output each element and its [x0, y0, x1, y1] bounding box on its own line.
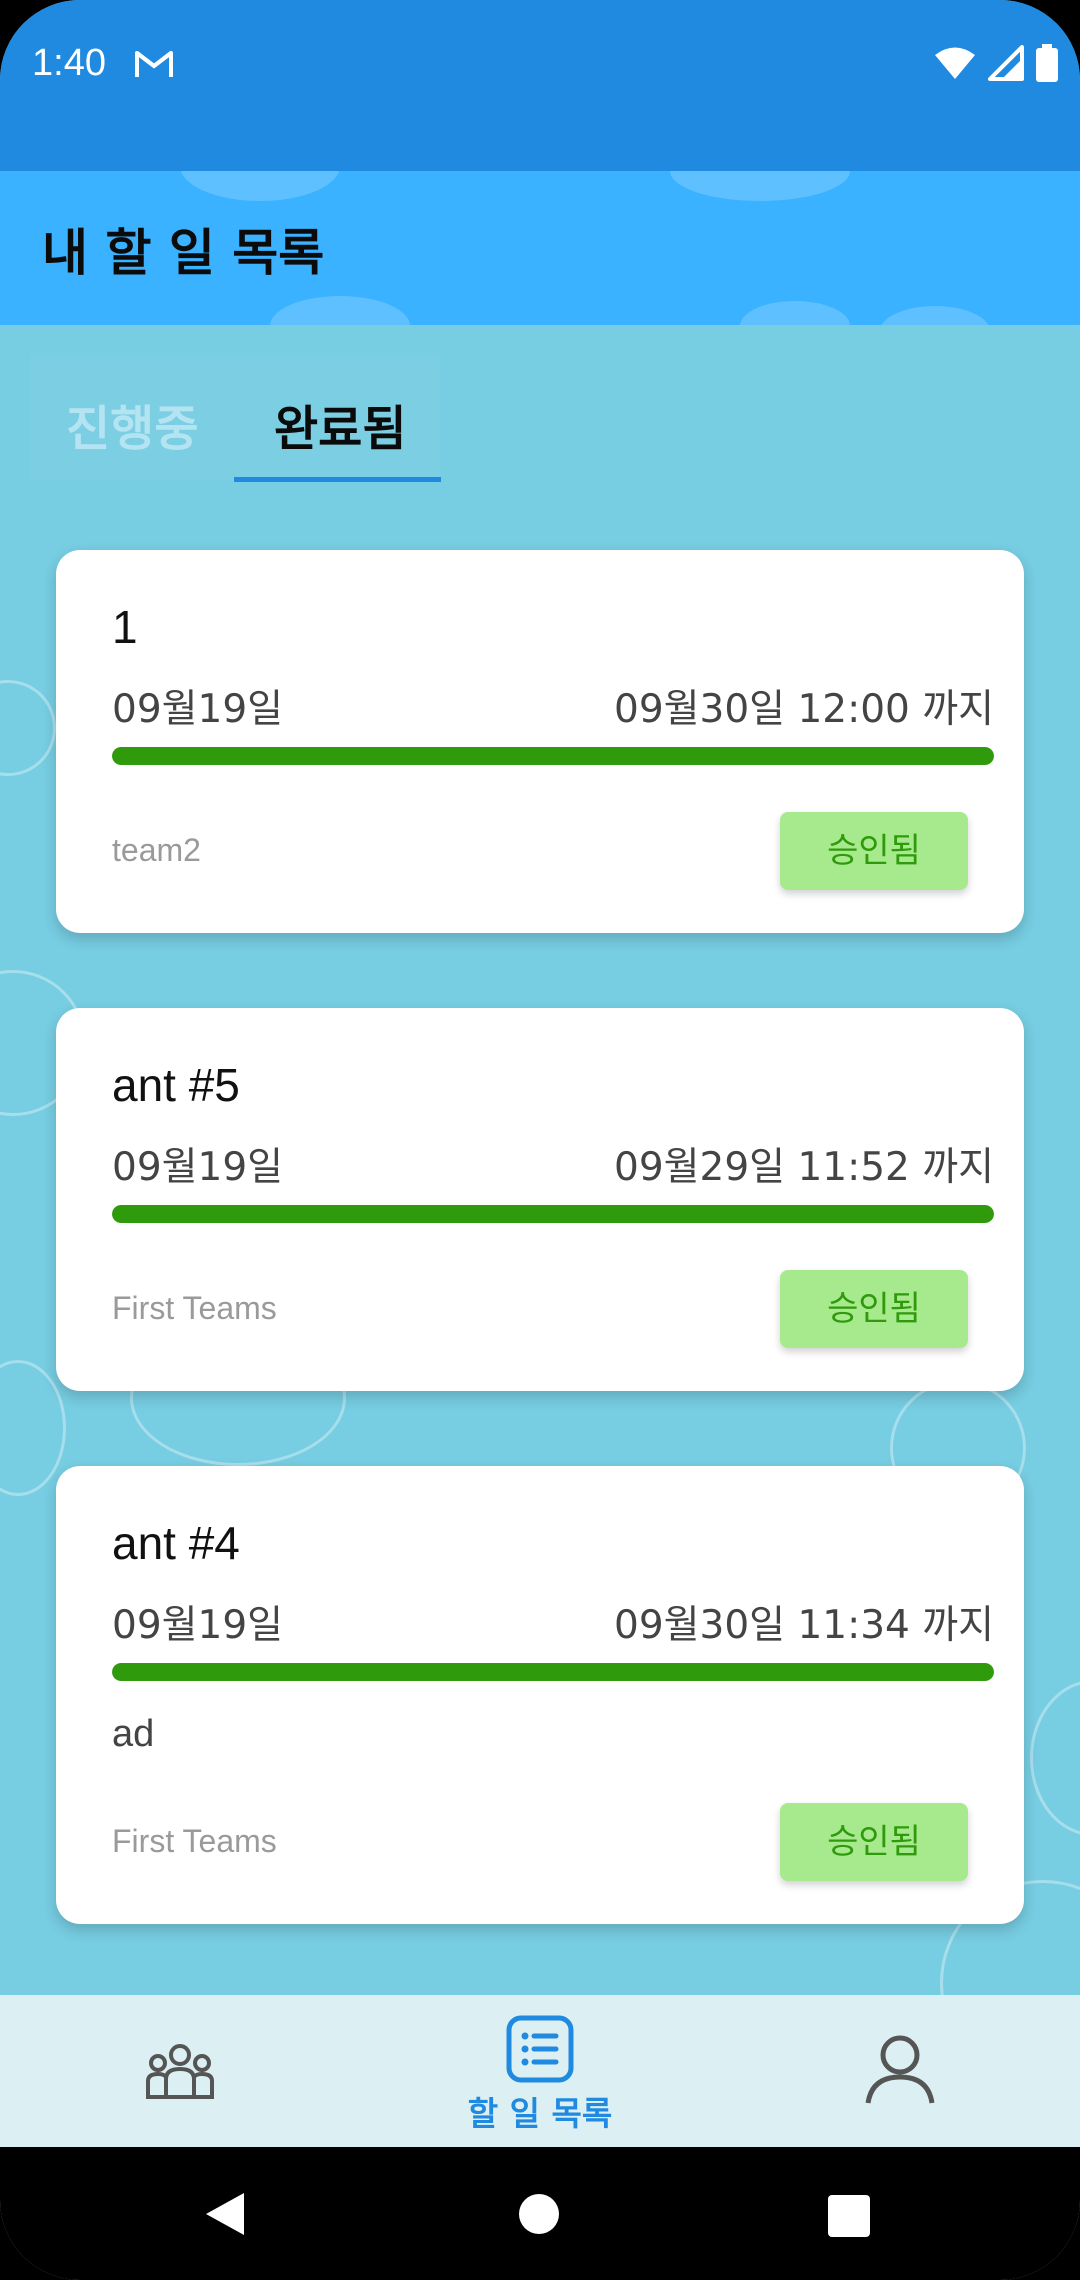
task-card[interactable]: 1 09월19일 09월30일 12:00 까지 team2 승인됨 — [56, 550, 1024, 933]
task-progress-bar — [112, 747, 994, 765]
task-note: ad — [112, 1713, 155, 1755]
tab-in-progress[interactable]: 진행중 — [66, 389, 198, 459]
task-title: 1 — [112, 601, 138, 653]
nav-item-team[interactable] — [80, 1995, 280, 2147]
page-title: 내 할 일 목록 — [42, 224, 325, 282]
task-progress-fill — [112, 747, 994, 765]
cloud-decoration — [880, 306, 990, 325]
nav-label-task-list: 할 일 목록 — [467, 2094, 613, 2133]
task-team: First Teams — [112, 1823, 277, 1859]
recents-icon[interactable] — [828, 2195, 870, 2241]
task-progress-bar — [112, 1663, 994, 1681]
profile-icon — [864, 2033, 936, 2109]
status-badge: 승인됨 — [780, 1270, 968, 1348]
status-badge: 승인됨 — [780, 812, 968, 890]
status-badge: 승인됨 — [780, 1803, 968, 1881]
task-start-date: 09월19일 — [112, 1603, 284, 1648]
background-bubble — [0, 680, 56, 776]
background-bubble — [1030, 1680, 1080, 1836]
task-title: ant #4 — [112, 1517, 240, 1569]
back-icon[interactable] — [204, 2191, 246, 2241]
home-icon[interactable] — [518, 2193, 560, 2239]
tab-completed[interactable]: 완료됨 — [274, 389, 406, 459]
task-due-date: 09월30일 12:00 까지 — [614, 687, 994, 732]
task-start-date: 09월19일 — [112, 1145, 284, 1190]
task-card[interactable]: ant #4 09월19일 09월30일 11:34 까지 ad First T… — [56, 1466, 1024, 1924]
task-start-date: 09월19일 — [112, 687, 284, 732]
task-progress-fill — [112, 1663, 994, 1681]
tab-indicator — [234, 477, 441, 482]
task-title: ant #5 — [112, 1059, 240, 1111]
status-icons — [934, 44, 1058, 86]
nav-item-task-list[interactable]: 할 일 목록 — [440, 1995, 640, 2147]
bottom-nav: 할 일 목록 — [0, 1995, 1080, 2147]
signal-icon — [988, 45, 1024, 85]
nav-item-profile[interactable] — [800, 1995, 1000, 2147]
status-time: 1:40 — [32, 42, 106, 84]
cloud-decoration — [670, 171, 850, 201]
task-team: team2 — [112, 832, 201, 868]
wifi-icon — [934, 46, 976, 84]
cloud-decoration — [270, 296, 410, 325]
gmail-icon — [134, 48, 174, 84]
task-due-date: 09월30일 11:34 까지 — [614, 1603, 994, 1648]
status-bar: 1:40 — [0, 0, 1080, 171]
tab-bar: 진행중 완료됨 — [30, 355, 441, 482]
system-nav-bar — [0, 2147, 1080, 2280]
task-due-date: 09월29일 11:52 까지 — [614, 1145, 994, 1190]
phone-screen: 1:40 내 할 일 목록 진행중 완료됨 1 09월19일 09월30일 12… — [0, 0, 1080, 2280]
team-icon — [144, 2041, 216, 2105]
task-list-icon — [506, 2015, 574, 2087]
task-team: First Teams — [112, 1290, 277, 1326]
cloud-decoration — [740, 301, 850, 325]
task-progress-fill — [112, 1205, 994, 1223]
app-bar: 내 할 일 목록 — [0, 171, 1080, 325]
cloud-decoration — [180, 171, 340, 201]
battery-icon — [1036, 44, 1058, 86]
task-card[interactable]: ant #5 09월19일 09월29일 11:52 까지 First Team… — [56, 1008, 1024, 1391]
task-progress-bar — [112, 1205, 994, 1223]
background-bubble — [0, 1360, 66, 1496]
